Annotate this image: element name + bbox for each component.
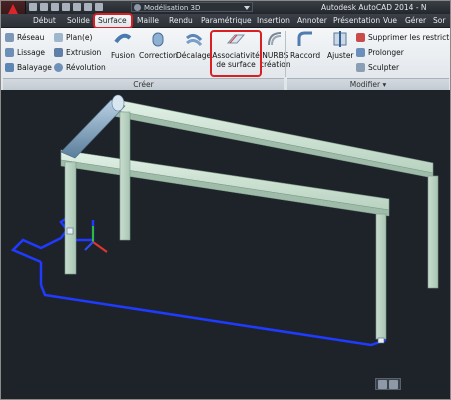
lissage-label: Lissage — [17, 48, 46, 57]
save-as-icon[interactable] — [62, 3, 70, 11]
autocad-window: Modélisation 3D Autodesk AutoCAD 2014 - … — [0, 0, 451, 400]
ribbon-panel: Réseau Lissage Balayage Plan(e) Extrusio… — [1, 28, 450, 91]
supprimer-restrictions-button[interactable]: Supprimer les restrictions — [356, 32, 451, 43]
post-front-left[interactable] — [64, 161, 77, 275]
tab-rendu[interactable]: Rendu — [169, 14, 193, 27]
grip-marker[interactable] — [66, 227, 74, 235]
panel-separator — [285, 31, 286, 77]
undo-icon[interactable] — [84, 3, 92, 11]
tab-debut[interactable]: Début — [33, 14, 56, 27]
drawing-viewport[interactable] — [1, 90, 450, 399]
model-canvas[interactable] — [1, 90, 450, 399]
tab-vue[interactable]: Vue — [383, 14, 397, 27]
pipe-end — [111, 94, 125, 112]
redo-icon[interactable] — [95, 3, 103, 11]
post-front-right[interactable] — [375, 213, 387, 340]
surface-tab-highlight — [93, 13, 133, 29]
panel-title-creer[interactable]: Créer — [3, 78, 284, 90]
supprimer-label: Supprimer les restrictions — [368, 33, 451, 42]
decalage-label: Décalage — [176, 51, 212, 60]
tab-presentation[interactable]: Présentation — [333, 14, 380, 27]
nurbs-button[interactable]: NURBS création — [260, 30, 291, 69]
prolonger-label: Prolonger — [368, 48, 404, 57]
nurbs-icon — [268, 32, 282, 46]
reseau-button[interactable]: Réseau — [5, 32, 44, 43]
new-icon[interactable] — [29, 3, 37, 11]
raccord-button[interactable]: Raccord — [290, 30, 320, 60]
tab-solide[interactable]: Solide — [67, 14, 90, 27]
loft-icon — [5, 48, 14, 57]
tab-maille[interactable]: Maille — [137, 14, 159, 27]
sculpt-icon — [356, 63, 365, 72]
navigation-bar — [375, 378, 401, 390]
gear-icon — [134, 4, 141, 11]
ribbon-tabs: Début Solide Surface Maille Rendu Paramé… — [1, 14, 450, 28]
pan-icon[interactable] — [378, 380, 387, 389]
quick-access-toolbar — [29, 3, 103, 13]
sculpter-button[interactable]: Sculpter — [356, 62, 399, 73]
extrusion-label: Extrusion — [66, 48, 102, 57]
window-title: Autodesk AutoCAD 2014 - N — [321, 3, 427, 12]
revolve-icon — [54, 63, 63, 72]
zoom-icon[interactable] — [389, 380, 398, 389]
ajuster-label: Ajuster — [327, 51, 354, 60]
raccord-label: Raccord — [290, 51, 321, 60]
correction-button[interactable]: Correction — [139, 30, 178, 60]
correction-label: Correction — [139, 51, 178, 60]
print-icon[interactable] — [73, 3, 81, 11]
revolution-label: Révolution — [66, 63, 106, 72]
associativity-highlight — [210, 30, 262, 77]
workspace-value: Modélisation 3D — [144, 4, 201, 12]
post-back-left[interactable] — [119, 111, 131, 241]
chevron-down-icon — [244, 6, 250, 10]
plan-button[interactable]: Plan(e) — [54, 32, 92, 43]
fusion-button[interactable]: Fusion — [111, 30, 135, 60]
save-icon[interactable] — [51, 3, 59, 11]
open-icon[interactable] — [40, 3, 48, 11]
sculpter-label: Sculpter — [368, 63, 400, 72]
balayage-label: Balayage — [17, 63, 52, 72]
tab-parametrique[interactable]: Paramétrique — [201, 14, 252, 27]
fillet-icon — [297, 31, 313, 46]
planar-surface-icon — [54, 33, 63, 42]
untrim-icon — [356, 33, 365, 42]
tab-sortie[interactable]: Sor — [433, 14, 445, 27]
back-beam[interactable] — [112, 98, 434, 174]
nurbs-label-2: création — [260, 60, 291, 69]
blend-icon — [114, 33, 132, 44]
offset-icon — [185, 33, 202, 47]
extrusion-button[interactable]: Extrusion — [54, 47, 101, 58]
decalage-button[interactable]: Décalage — [176, 30, 211, 60]
ajuster-button[interactable]: Ajuster — [327, 30, 354, 60]
network-surface-icon — [5, 33, 14, 42]
reseau-label: Réseau — [17, 33, 45, 42]
extrude-icon — [54, 48, 63, 57]
balayage-button[interactable]: Balayage — [5, 62, 52, 73]
tab-annoter[interactable]: Annoter — [297, 14, 327, 27]
prolonger-button[interactable]: Prolonger — [356, 47, 404, 58]
fusion-label: Fusion — [111, 51, 135, 60]
grip-marker-end[interactable] — [377, 337, 385, 344]
front-beam-side — [60, 159, 390, 217]
extend-icon — [356, 48, 365, 57]
tab-gerer[interactable]: Gérer — [405, 14, 426, 27]
lissage-button[interactable]: Lissage — [5, 47, 45, 58]
tab-insertion[interactable]: Insertion — [257, 14, 290, 27]
sweep-icon — [5, 63, 14, 72]
plan-label: Plan(e) — [66, 33, 93, 42]
revolution-button[interactable]: Révolution — [54, 62, 106, 73]
title-bar: Modélisation 3D Autodesk AutoCAD 2014 - … — [1, 1, 450, 27]
patch-icon — [152, 32, 164, 47]
trim-icon — [333, 31, 347, 47]
workspace-dropdown[interactable]: Modélisation 3D — [131, 2, 253, 12]
panel-title-modifier[interactable]: Modifier ▾ — [287, 78, 449, 90]
post-back-right[interactable] — [427, 175, 439, 289]
